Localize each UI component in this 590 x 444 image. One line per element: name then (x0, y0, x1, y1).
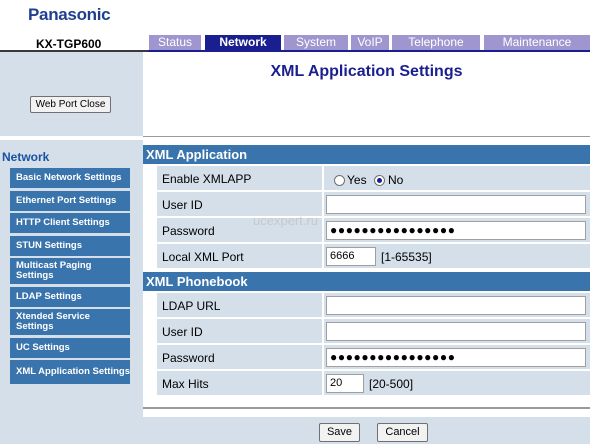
sidebar-item-basic-network-settings[interactable]: Basic Network Settings (10, 168, 130, 188)
max-hits-range: [20-500] (369, 377, 414, 391)
watermark: ucexpert.ru (253, 213, 319, 228)
sidebar-item-label: Multicast Paging Settings (16, 260, 92, 281)
sidebar-item-http-client-settings[interactable]: HTTP Client Settings (10, 213, 130, 233)
brand-logo: Panasonic (28, 5, 111, 24)
phonebook-user-id-input[interactable] (326, 322, 586, 341)
phonebook-password-label: Password (162, 351, 215, 365)
row-divider (322, 371, 324, 395)
footer-divider (143, 407, 590, 409)
ldap-url-label: LDAP URL (162, 299, 221, 313)
sidebar-item-label: LDAP Settings (16, 291, 82, 302)
phonebook-user-id-label: User ID (162, 325, 203, 339)
footer-bar (143, 417, 590, 444)
enable-xmlapp-yes-radio[interactable] (334, 175, 345, 186)
row-divider (322, 319, 324, 343)
save-button[interactable]: Save (319, 423, 360, 442)
sidebar-heading: Network (2, 150, 50, 164)
ldap-url-input[interactable] (326, 296, 586, 315)
sidebar-item-label: HTTP Client Settings (16, 217, 110, 228)
section-header-xml-phonebook: XML Phonebook (143, 272, 590, 291)
phonebook-password-input[interactable]: ●●●●●●●●●●●●●●●● (326, 348, 586, 367)
sidebar-item-label: STUN Settings (16, 240, 82, 251)
max-hits-input[interactable]: 20 (326, 374, 364, 393)
row-divider (322, 244, 324, 268)
max-hits-label: Max Hits (162, 377, 209, 391)
sidebar-top-panel (0, 52, 143, 136)
row-divider (322, 345, 324, 369)
tab-maintenance[interactable]: Maintenance (484, 35, 590, 50)
sidebar-item-ethernet-port-settings[interactable]: Ethernet Port Settings (10, 191, 130, 211)
xmlapp-password-input[interactable]: ●●●●●●●●●●●●●●●● (326, 221, 586, 240)
row-divider (322, 293, 324, 317)
xmlapp-user-id-label: User ID (162, 198, 203, 212)
local-xml-port-range: [1-65535] (381, 250, 432, 264)
row-divider (322, 166, 324, 190)
tab-system[interactable]: System (284, 35, 348, 50)
row-divider (322, 192, 324, 216)
sidebar-item-stun-settings[interactable]: STUN Settings (10, 236, 130, 256)
sidebar-item-label: UC Settings (16, 342, 70, 353)
sidebar-item-multicast-paging-settings[interactable]: Multicast Paging Settings (10, 258, 130, 284)
model-name: KX-TGP600 (36, 37, 102, 51)
xmlapp-password-label: Password (162, 224, 215, 238)
local-xml-port-label: Local XML Port (162, 250, 244, 264)
enable-xmlapp-yes-label: Yes (347, 173, 367, 187)
xmlapp-user-id-input[interactable] (326, 195, 586, 214)
sidebar-item-uc-settings[interactable]: UC Settings (10, 338, 130, 358)
section-header-xml-application: XML Application (143, 145, 590, 164)
enable-xmlapp-no-label: No (388, 173, 404, 187)
tab-voip[interactable]: VoIP (351, 35, 389, 50)
web-port-close-button[interactable]: Web Port Close (30, 96, 111, 113)
sidebar-item-label: Basic Network Settings (16, 172, 122, 183)
tab-status[interactable]: Status (149, 35, 201, 50)
title-divider (143, 136, 590, 137)
sidebar-item-label: Ethernet Port Settings (16, 195, 117, 206)
tab-telephone[interactable]: Telephone (392, 35, 480, 50)
tab-network[interactable]: Network (205, 35, 281, 50)
sidebar-item-label: Xtended Service Settings (16, 311, 90, 332)
sidebar-item-xtended-service-settings[interactable]: Xtended Service Settings (10, 309, 130, 335)
sidebar-item-xml-application-settings[interactable]: XML Application Settings (10, 360, 130, 384)
row-divider (322, 218, 324, 242)
sidebar-item-label: XML Application Settings (16, 366, 131, 377)
enable-xmlapp-no-radio[interactable] (374, 175, 385, 186)
cancel-button[interactable]: Cancel (377, 423, 428, 442)
enable-xmlapp-label: Enable XMLAPP (162, 172, 252, 186)
page-title: XML Application Settings (270, 63, 463, 80)
local-xml-port-input[interactable]: 6666 (326, 247, 376, 266)
sidebar-item-ldap-settings[interactable]: LDAP Settings (10, 287, 130, 307)
